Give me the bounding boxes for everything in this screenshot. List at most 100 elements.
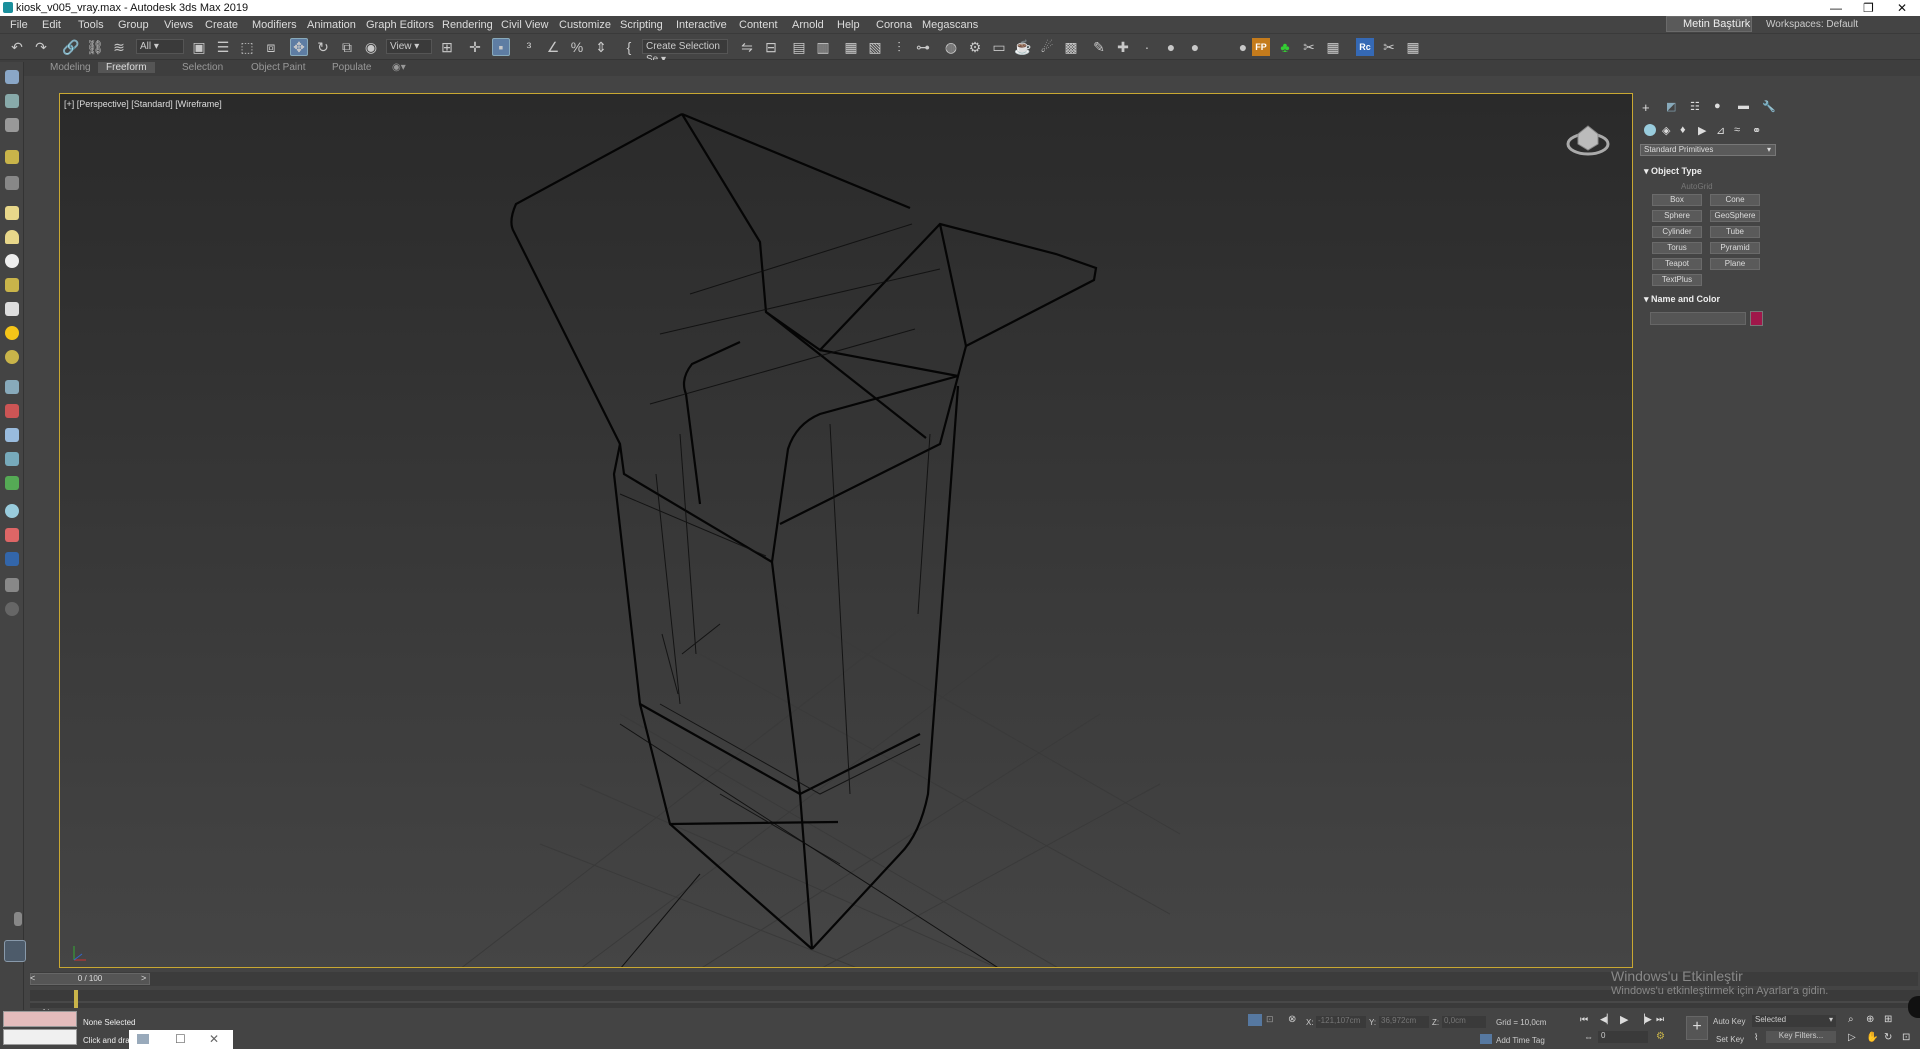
select-scale-icon[interactable]: ⧉ [338, 38, 356, 56]
percent-snap-icon[interactable]: % [568, 38, 586, 56]
reference-coord-dropdown[interactable]: View ▾ [386, 39, 432, 54]
shapes-icon[interactable]: ◈ [1662, 124, 1670, 137]
tab-modeling[interactable]: Modeling [50, 62, 91, 73]
vray-icon[interactable] [5, 552, 19, 566]
hierarchy-tab-icon[interactable]: ☷ [1690, 100, 1700, 113]
zoom-extents-icon[interactable]: ⊞ [1884, 1014, 1892, 1025]
cone-button[interactable]: Cone [1710, 194, 1760, 206]
zoom-icon[interactable]: ⌕ [1848, 1014, 1854, 1025]
tab-selection[interactable]: Selection [182, 62, 223, 73]
edit-named-selection-icon[interactable]: { [620, 38, 638, 56]
absolute-mode-icon[interactable]: ⊗ [1288, 1014, 1296, 1025]
select-object-icon[interactable]: ▣ [190, 38, 208, 56]
help-icon[interactable] [5, 602, 19, 616]
select-manipulate-icon[interactable]: ✛ [466, 38, 484, 56]
layer-explorer-icon[interactable]: ▥ [814, 38, 832, 56]
keyboard-shortcut-override-icon[interactable]: ▪ [492, 38, 510, 56]
preview-maximize-icon[interactable]: ☐ [175, 1032, 186, 1046]
isolate-selection-icon[interactable] [1248, 1014, 1262, 1026]
toggle-ribbon-icon[interactable]: ▦ [842, 38, 860, 56]
cylinder-button[interactable]: Cylinder [1652, 226, 1702, 238]
z-coordinate-field[interactable]: 0,0cm [1442, 1016, 1486, 1028]
angle-snap-icon[interactable]: ∠ [544, 38, 562, 56]
menu-file[interactable]: File [10, 19, 28, 31]
create-icon[interactable] [5, 70, 19, 84]
object-color-swatch[interactable] [1750, 311, 1763, 326]
goto-end-icon[interactable]: ⏭ [1656, 1014, 1664, 1025]
dome-icon[interactable] [5, 230, 19, 244]
expand-arrow-icon[interactable] [14, 912, 22, 926]
tools-icon[interactable]: ✂ [1300, 38, 1318, 56]
sphere-icon[interactable] [5, 254, 19, 268]
close-button[interactable]: ✕ [1897, 1, 1907, 15]
compound-icon[interactable] [5, 428, 19, 442]
y-coordinate-field[interactable]: 36,972cm [1379, 1016, 1429, 1028]
menu-arnold[interactable]: Arnold [792, 19, 824, 31]
layer-icon[interactable] [5, 118, 19, 132]
select-rotate-icon[interactable]: ↻ [314, 38, 332, 56]
graphite-icon[interactable]: ▧ [866, 38, 884, 56]
spacewarps-icon[interactable]: ≈ [1734, 124, 1740, 136]
geosphere-icon[interactable] [5, 350, 19, 364]
restore-button[interactable]: ❐ [1863, 1, 1874, 15]
x-coordinate-field[interactable]: -121,107cm [1316, 1016, 1366, 1028]
named-selection-dropdown[interactable]: Create Selection Se ▾ [642, 39, 728, 65]
orbit-icon[interactable]: ↻ [1884, 1032, 1892, 1043]
utility-icon[interactable]: ✂ [1380, 38, 1398, 56]
menu-views[interactable]: Views [164, 19, 193, 31]
key-tangent-icon[interactable]: ⌇ [1754, 1032, 1758, 1043]
side-handle-icon[interactable] [1908, 996, 1920, 1018]
render-setup-icon[interactable]: ⚙ [966, 38, 984, 56]
rect-selection-icon[interactable]: ⬚ [238, 38, 256, 56]
align-icon[interactable]: ⊟ [762, 38, 780, 56]
viewcube-icon[interactable] [1566, 120, 1610, 156]
set-key-button[interactable]: Set Key [1716, 1035, 1744, 1044]
helpers-tab-icon[interactable]: ⊿ [1716, 124, 1725, 137]
spinner-snap-icon[interactable]: ⇕ [592, 38, 610, 56]
key-set-dropdown[interactable]: Selected ▾ [1752, 1015, 1836, 1027]
geometry-icon[interactable] [1644, 124, 1656, 136]
menu-edit[interactable]: Edit [42, 19, 61, 31]
brush-icon[interactable]: ✎ [1090, 38, 1108, 56]
add-time-tag[interactable]: Add Time Tag [1496, 1036, 1545, 1045]
redo-icon[interactable]: ↷ [32, 38, 50, 56]
time-config-icon[interactable]: ⚙ [1656, 1031, 1665, 1042]
systems-icon[interactable]: ⚭ [1752, 124, 1761, 137]
bind-spacewarp-icon[interactable]: ≋ [110, 38, 128, 56]
render-iterative-icon[interactable]: ☄ [1038, 38, 1056, 56]
name-and-color-header[interactable]: ▾ Name and Color [1644, 294, 1720, 305]
table-icon[interactable]: ▦ [1324, 38, 1342, 56]
material-editor-icon[interactable]: ◍ [942, 38, 960, 56]
object-name-input[interactable] [1650, 312, 1746, 325]
menu-graph-editors[interactable]: Graph Editors [366, 19, 434, 31]
environment-icon[interactable] [5, 504, 19, 518]
window-crossing-icon[interactable]: ⧈ [262, 38, 280, 56]
menu-scripting[interactable]: Scripting [620, 19, 663, 31]
lights-icon[interactable]: ♦ [1680, 124, 1686, 136]
render-active-shade-icon[interactable]: ▩ [1062, 38, 1080, 56]
spline-icon[interactable] [5, 380, 19, 394]
box-button[interactable]: Box [1652, 194, 1702, 206]
key-filters-button[interactable]: Key Filters... [1766, 1031, 1836, 1043]
teapot-button[interactable]: Teapot [1652, 258, 1702, 270]
light-bulb-icon[interactable] [5, 150, 19, 164]
slider-prev-icon[interactable]: < [30, 973, 35, 983]
display-tab-icon[interactable]: ▬ [1738, 100, 1749, 112]
menu-tools[interactable]: Tools [78, 19, 104, 31]
sun-icon[interactable] [5, 326, 19, 340]
utilities-tab-icon[interactable]: 🔧 [1762, 100, 1776, 113]
tab-populate[interactable]: Populate [332, 62, 371, 73]
foliage-icon[interactable] [5, 476, 19, 490]
grid-table-icon[interactable]: ▦ [1404, 38, 1422, 56]
menu-interactive[interactable]: Interactive [676, 19, 727, 31]
geosphere-button[interactable]: GeoSphere [1710, 210, 1760, 222]
prev-frame-icon[interactable]: ◀▏ [1600, 1014, 1614, 1025]
menu-corona[interactable]: Corona [876, 19, 912, 31]
minimize-button[interactable]: — [1830, 1, 1842, 15]
goto-start-icon[interactable]: ⏮ [1580, 1014, 1588, 1025]
viewport-layout-icon[interactable] [4, 940, 26, 962]
menu-rendering[interactable]: Rendering [442, 19, 493, 31]
zoom-all-icon[interactable]: ⊕ [1866, 1014, 1874, 1025]
plane-button[interactable]: Plane [1710, 258, 1760, 270]
select-move-icon[interactable]: ✥ [290, 38, 308, 56]
